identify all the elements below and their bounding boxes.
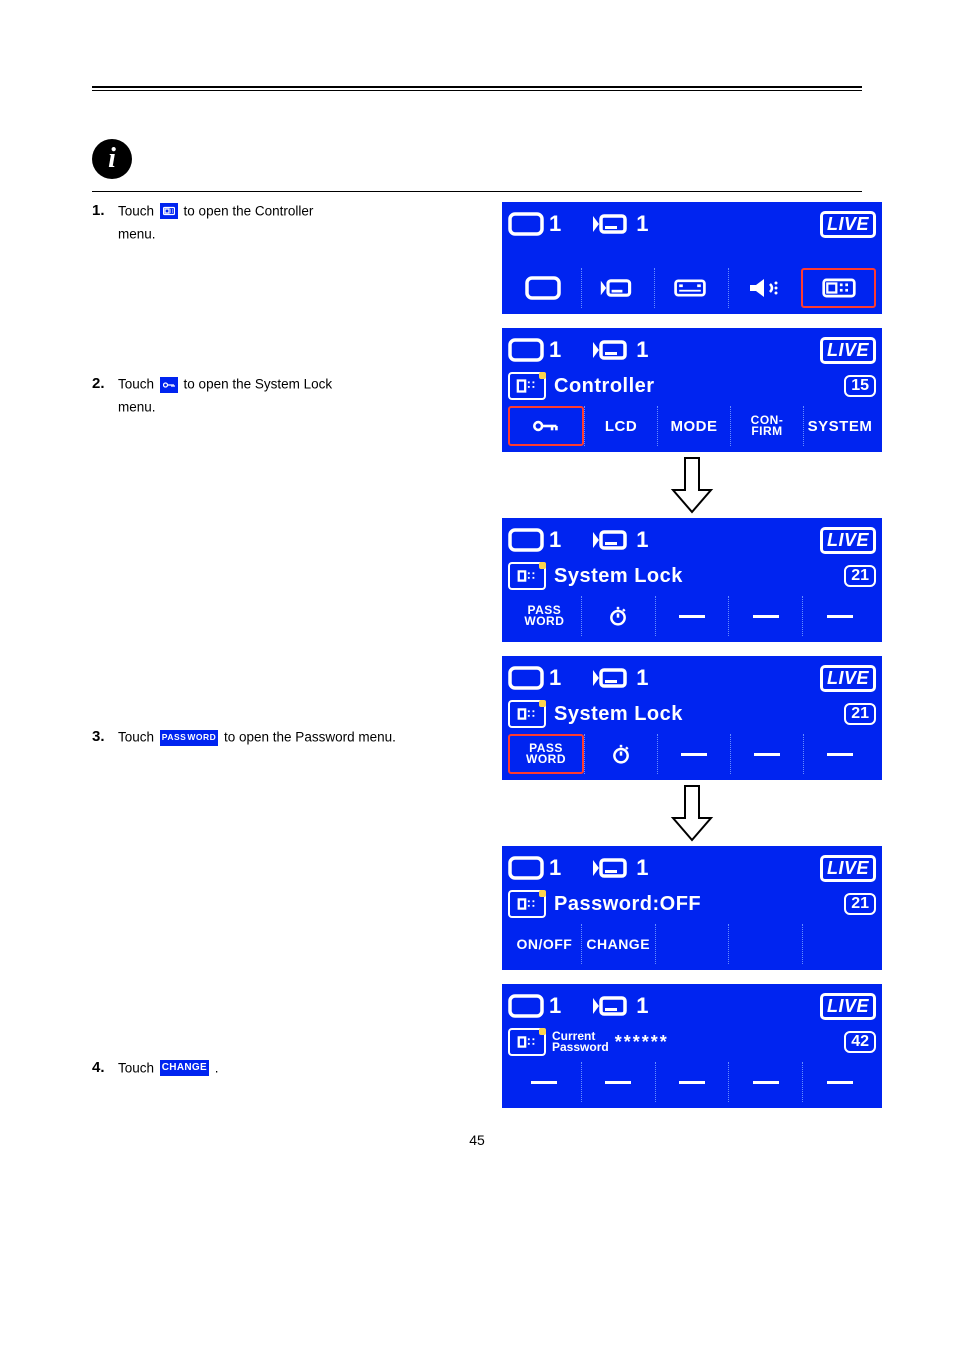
tab-empty[interactable]: [655, 1062, 729, 1102]
tab-screen-icon[interactable]: [508, 268, 579, 308]
tab-media-icon[interactable]: [654, 268, 726, 308]
tab-empty[interactable]: [581, 1062, 655, 1102]
tab-lcd[interactable]: LCD: [584, 406, 657, 446]
step-4: 4. Touch CHANGE .: [92, 1059, 472, 1082]
step-number: 2.: [92, 375, 118, 420]
tab-empty[interactable]: [508, 1062, 581, 1102]
step-1: 1. Touch to open the Controller menu.: [92, 202, 472, 247]
tab-audio-icon[interactable]: [728, 268, 800, 308]
key-icon: [160, 377, 178, 393]
step-3: 3. Touch PASS WORD to open the Password …: [92, 728, 472, 751]
tab-system[interactable]: SYSTEM: [803, 406, 876, 446]
info-icon: i: [92, 139, 132, 179]
step-number: 1.: [92, 202, 118, 247]
tab-empty[interactable]: [802, 596, 876, 636]
live-badge: LIVE: [820, 337, 876, 364]
password-icon: PASS WORD: [160, 730, 218, 746]
tab-preset-icon[interactable]: [581, 268, 653, 308]
tab-key-icon[interactable]: [508, 406, 584, 446]
tab-empty[interactable]: [728, 1062, 802, 1102]
step-2: 2. Touch to open the System Lock menu.: [92, 375, 472, 420]
tab-confirm[interactable]: CON-FIRM: [730, 406, 803, 446]
tab-onoff[interactable]: ON/OFF: [508, 924, 581, 964]
screen-title: System Lock: [554, 703, 836, 726]
tab-change[interactable]: CHANGE: [581, 924, 655, 964]
tab-mode[interactable]: MODE: [657, 406, 730, 446]
controller-icon: [508, 890, 546, 918]
password-mask: ******: [615, 1032, 669, 1053]
tab-empty[interactable]: [655, 924, 729, 964]
live-badge: LIVE: [820, 211, 876, 238]
tab-timer-icon[interactable]: [581, 596, 655, 636]
page-number: 45: [0, 1132, 954, 1148]
flow-arrow-icon: [502, 456, 882, 514]
current-password-label: Current Password: [552, 1031, 609, 1053]
screen-title: System Lock: [554, 565, 836, 588]
tab-empty[interactable]: [657, 734, 730, 774]
lcd-home: 1 1 LIVE: [502, 202, 882, 314]
controller-icon: [508, 372, 546, 400]
lcd-systemlock-framed: 1 1 LIVE System Lock 21: [502, 656, 882, 780]
tab-password[interactable]: PASSWORD: [508, 596, 581, 636]
step-number: 3.: [92, 728, 118, 751]
lcd-systemlock: 1 1 LIVE System Lock 21: [502, 518, 882, 642]
tab-password[interactable]: PASSWORD: [508, 734, 584, 774]
page-badge: 21: [844, 565, 876, 587]
tab-empty[interactable]: [655, 596, 729, 636]
screen-title: Password:OFF: [554, 893, 836, 916]
tab-timer-icon[interactable]: [584, 734, 657, 774]
lcd-controller: 1 1 LIVE Controller 15: [502, 328, 882, 452]
page-badge: 15: [844, 375, 876, 397]
live-badge: LIVE: [820, 665, 876, 692]
page-badge: 21: [844, 703, 876, 725]
step-number: 4.: [92, 1059, 118, 1082]
page-badge: 42: [844, 1031, 876, 1053]
controller-icon: [160, 203, 178, 219]
live-badge: LIVE: [820, 855, 876, 882]
live-badge: LIVE: [820, 993, 876, 1020]
tab-controller-icon[interactable]: [801, 268, 876, 308]
flow-arrow-icon: [502, 784, 882, 842]
controller-icon: [508, 562, 546, 590]
tab-empty[interactable]: [730, 734, 803, 774]
lcd-password: 1 1 LIVE Password:OFF 21: [502, 846, 882, 970]
tab-empty[interactable]: [728, 596, 802, 636]
live-badge: LIVE: [820, 527, 876, 554]
tab-empty[interactable]: [728, 924, 802, 964]
page-badge: 21: [844, 893, 876, 915]
screen-title: Controller: [554, 375, 836, 398]
change-icon: CHANGE: [160, 1060, 209, 1076]
lcd-current-password: 1 1 LIVE Current Passw: [502, 984, 882, 1108]
tab-empty[interactable]: [803, 734, 876, 774]
controller-icon: [508, 700, 546, 728]
tab-empty[interactable]: [802, 924, 876, 964]
controller-icon: [508, 1028, 546, 1056]
tab-empty[interactable]: [802, 1062, 876, 1102]
